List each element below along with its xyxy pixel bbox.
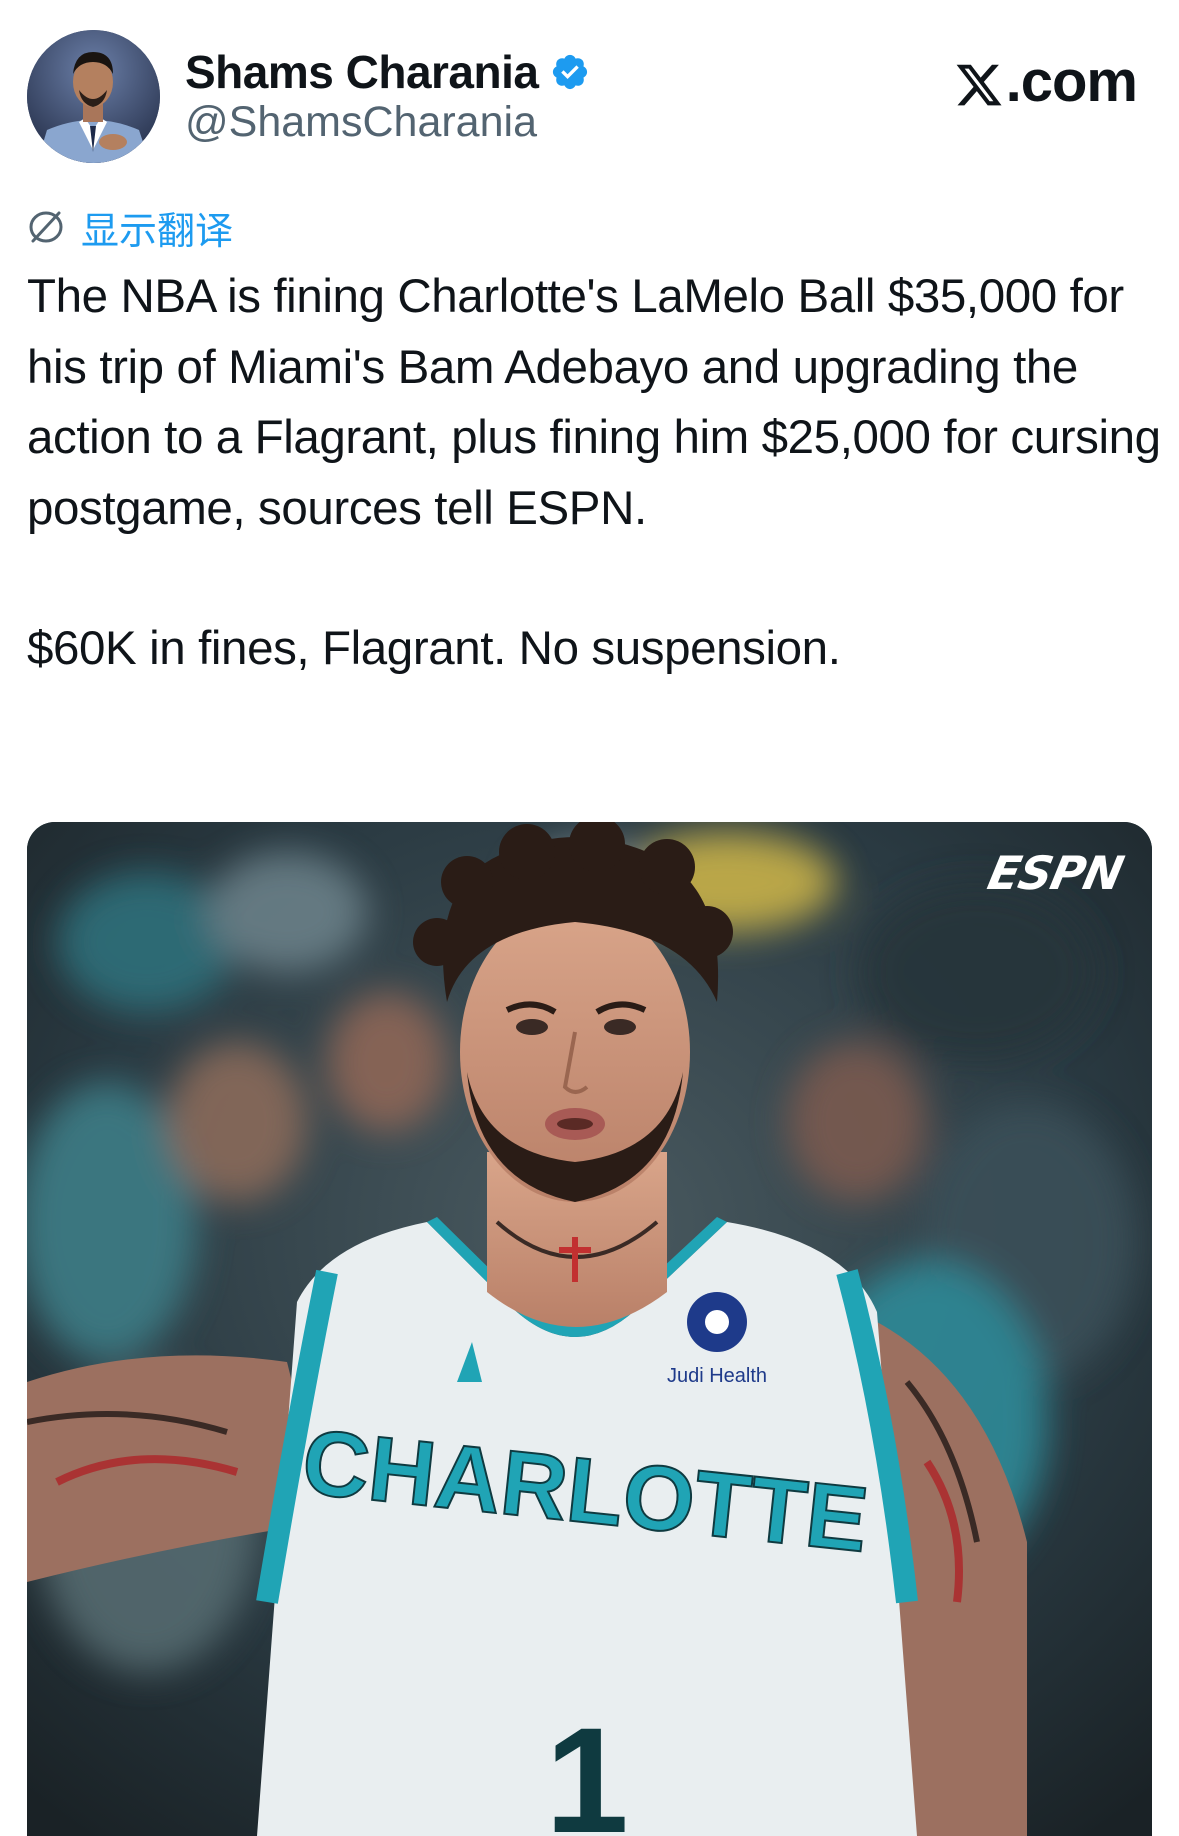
display-name[interactable]: Shams Charania — [185, 45, 539, 99]
avatar[interactable] — [27, 30, 160, 163]
user-name-row[interactable]: Shams Charania — [185, 44, 590, 100]
espn-watermark: ESPN — [983, 846, 1128, 900]
tweet-paragraph-1: The NBA is fining Charlotte's LaMelo Bal… — [27, 270, 1161, 535]
translate-label[interactable]: 显示翻译 — [81, 200, 233, 255]
player-photo: Judi Health CHARLOTTE 1 — [27, 822, 1152, 1836]
tweet-text: The NBA is fining Charlotte's LaMelo Bal… — [27, 262, 1162, 685]
site-label-text: .com — [1005, 49, 1138, 114]
avatar-image — [27, 30, 160, 163]
show-translation-link[interactable]: 显示翻译 — [27, 203, 233, 253]
verified-badge-icon — [550, 52, 590, 92]
tweet-media-image[interactable]: Judi Health CHARLOTTE 1 ESPN — [27, 822, 1152, 1836]
site-label: .com — [954, 48, 1138, 115]
user-handle[interactable]: @ShamsCharania — [185, 98, 537, 147]
translate-icon — [27, 208, 65, 246]
jersey-number-text: 1 — [545, 1696, 628, 1836]
tweet-header: Shams Charania @ShamsCharania .com — [0, 0, 1179, 180]
tweet-paragraph-2: $60K in fines, Flagrant. No suspension. — [27, 622, 841, 675]
x-logo-icon — [954, 57, 1004, 107]
jersey-sponsor-text: Judi Health — [667, 1365, 767, 1387]
